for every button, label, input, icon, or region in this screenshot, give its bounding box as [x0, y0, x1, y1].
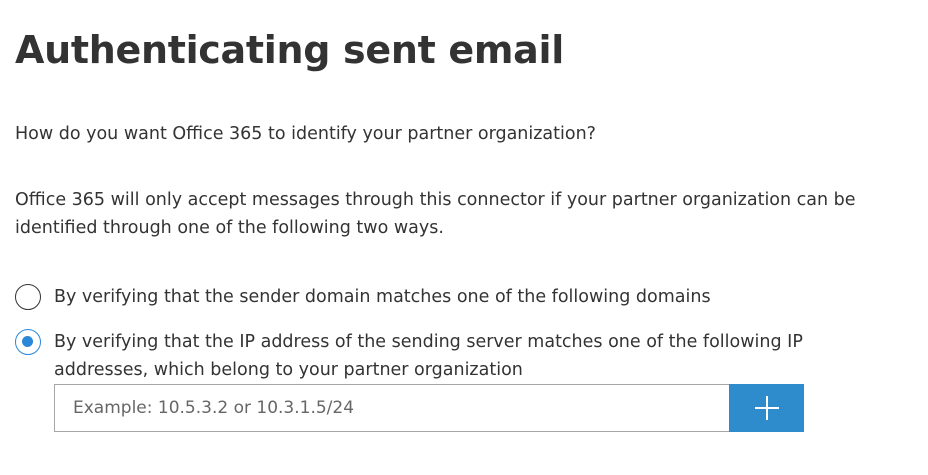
sender-domain-label: By verifying that the sender domain matc…: [54, 287, 711, 307]
option-ip-address[interactable]: By verifying that the IP address of the …: [15, 329, 874, 384]
plus-icon: [754, 396, 779, 420]
connector-auth-page: Authenticating sent email How do you wan…: [0, 0, 928, 475]
page-title: Authenticating sent email: [15, 28, 564, 72]
connector-info-text: Office 365 will only accept messages thr…: [15, 190, 856, 238]
ip-address-input[interactable]: [54, 384, 729, 432]
radio-selected-dot: [22, 336, 33, 347]
identify-question: How do you want Office 365 to identify y…: [15, 124, 596, 144]
option-sender-domain[interactable]: By verifying that the sender domain matc…: [15, 284, 874, 311]
ip-address-entry: [54, 384, 804, 432]
add-ip-button[interactable]: [729, 384, 804, 432]
sender-domain-radio[interactable]: [15, 284, 41, 310]
ip-address-radio[interactable]: [15, 329, 41, 355]
ip-address-label: By verifying that the IP address of the …: [54, 332, 803, 380]
